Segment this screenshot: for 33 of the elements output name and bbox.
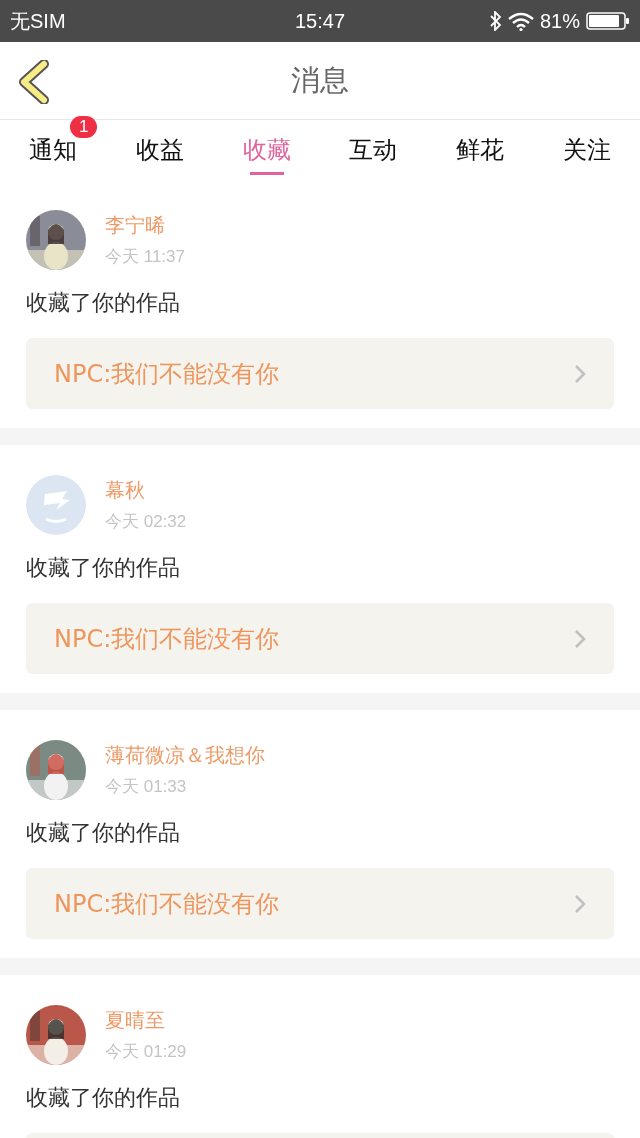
chevron-right-icon: [574, 628, 586, 649]
chevron-right-icon: [574, 893, 586, 914]
message-time: 今天 11:37: [105, 246, 185, 268]
default-avatar-icon: [26, 475, 86, 535]
tab[interactable]: 关注: [533, 120, 640, 180]
bluetooth-icon: [489, 11, 502, 31]
page-title: 消息: [291, 61, 349, 99]
work-link[interactable]: NPC:我们不能没有你: [26, 868, 614, 939]
battery-percent: 81%: [539, 9, 580, 33]
user-name[interactable]: 夏晴至: [105, 1007, 187, 1034]
back-button[interactable]: [16, 60, 50, 104]
message-time: 今天 01:29: [105, 1041, 187, 1063]
carrier-label: 无SIM: [10, 8, 66, 34]
tab[interactable]: 互动: [320, 120, 427, 180]
user-name[interactable]: 幕秋: [105, 477, 187, 504]
user-name[interactable]: 李宁晞: [105, 212, 185, 239]
battery-icon: [586, 11, 630, 31]
work-link[interactable]: NPC:我们不能没有你: [26, 603, 614, 674]
wifi-icon: [507, 11, 534, 31]
user-name[interactable]: 薄荷微凉＆我想你: [105, 742, 265, 769]
message-text: 收藏了你的作品: [26, 554, 181, 582]
work-link[interactable]: NPC:我们不能没有你: [26, 338, 614, 409]
message-text: 收藏了你的作品: [26, 819, 181, 847]
tab[interactable]: 收益: [106, 120, 214, 180]
tab[interactable]: 鲜花: [426, 120, 534, 180]
message-time: 今天 01:33: [105, 776, 188, 798]
message-text: 收藏了你的作品: [26, 1084, 181, 1112]
notification-badge: 1: [70, 116, 98, 138]
chevron-right-icon: [574, 363, 586, 384]
message-time: 今天 02:32: [105, 511, 187, 533]
message-text: 收藏了你的作品: [26, 289, 181, 317]
status-time: 15:47: [294, 9, 346, 33]
tab[interactable]: 收藏: [213, 120, 320, 180]
